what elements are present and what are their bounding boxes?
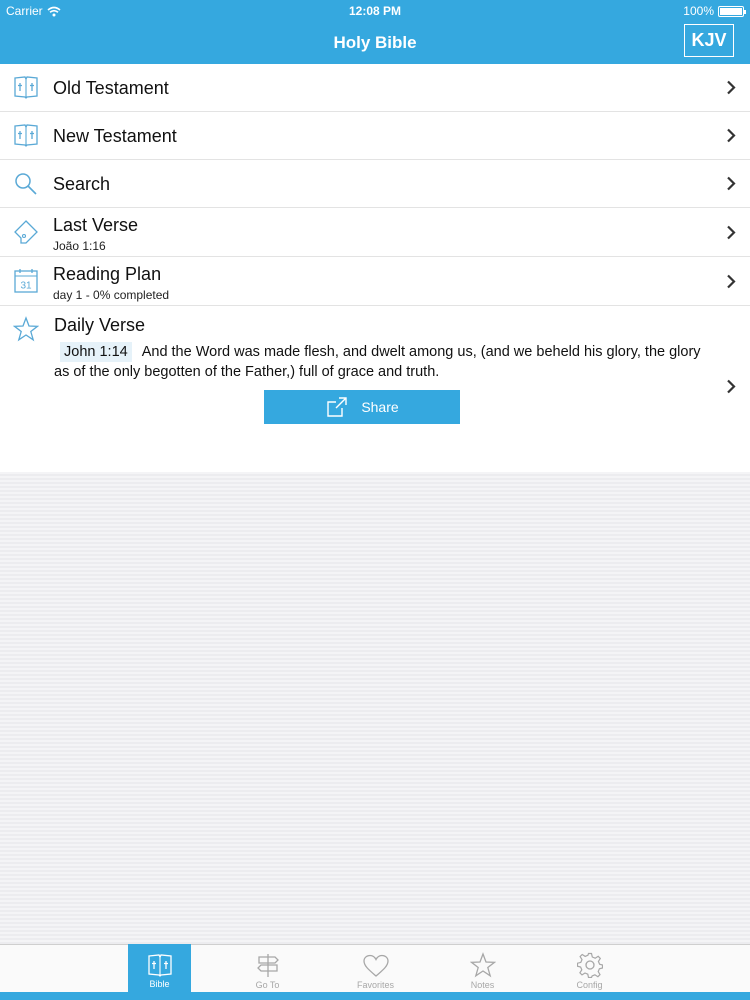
menu-item-reading-plan[interactable]: 31 Reading Plan day 1 - 0% completed xyxy=(0,257,750,306)
menu-item-label: New Testament xyxy=(53,126,177,146)
main-menu: Old Testament New Testament Search Last … xyxy=(0,64,750,472)
menu-item-daily-verse[interactable]: Daily Verse John 1:14 And the Word was ma… xyxy=(0,306,750,472)
menu-item-label: Reading Plan xyxy=(53,264,162,284)
calendar-icon: 31 xyxy=(14,269,38,293)
chevron-right-icon xyxy=(727,274,736,289)
status-time: 12:08 PM xyxy=(348,4,402,18)
tab-label: Favorites xyxy=(356,980,394,990)
navigation-bar: Holy Bible KJV xyxy=(0,22,750,64)
menu-item-new-testament[interactable]: New Testament xyxy=(0,112,750,160)
calendar-day-label: 31 xyxy=(20,281,32,292)
bible-book-icon xyxy=(147,954,172,977)
share-icon xyxy=(327,397,348,417)
star-icon xyxy=(13,316,39,342)
tab-bar-accent-strip xyxy=(0,992,750,1000)
star-icon xyxy=(469,952,496,978)
battery-percent: 100% xyxy=(683,4,714,18)
menu-item-search[interactable]: Search xyxy=(0,160,750,208)
page-title: Holy Bible xyxy=(333,33,417,52)
status-bar: Carrier 12:08 PM 100% xyxy=(0,0,750,22)
last-verse-reference: João 1:16 xyxy=(53,239,106,253)
chevron-right-icon xyxy=(727,128,736,143)
signpost-icon xyxy=(256,954,279,977)
chevron-right-icon xyxy=(727,80,736,95)
menu-item-label: Daily Verse xyxy=(54,315,146,335)
daily-verse-text-block: John 1:14 And the Word was made flesh, an… xyxy=(54,342,714,382)
menu-item-label: Last Verse xyxy=(53,215,139,235)
version-button[interactable]: KJV xyxy=(684,24,734,57)
battery-indicator: 100% xyxy=(683,4,746,18)
heart-icon xyxy=(362,954,389,977)
chevron-right-icon xyxy=(727,379,736,394)
menu-item-label: Old Testament xyxy=(53,78,169,98)
share-button[interactable]: Share xyxy=(264,390,460,424)
tab-label: Config xyxy=(576,980,603,990)
gear-icon xyxy=(576,952,603,978)
bible-book-icon xyxy=(14,76,38,99)
tab-notes[interactable]: Notes xyxy=(451,945,514,993)
tab-favorites[interactable]: Favorites xyxy=(344,945,407,993)
share-button-label: Share xyxy=(361,399,399,415)
menu-item-label: Search xyxy=(53,174,111,194)
chevron-right-icon xyxy=(727,176,736,191)
tab-bible[interactable]: Bible xyxy=(128,944,191,1000)
tab-config[interactable]: Config xyxy=(558,945,621,993)
empty-content-area xyxy=(0,472,750,944)
bookmark-tag-icon xyxy=(14,220,38,244)
daily-verse-text: And the Word was made flesh, and dwelt a… xyxy=(54,344,701,380)
tab-label: Notes xyxy=(470,980,495,990)
search-icon xyxy=(15,173,37,195)
bible-book-icon xyxy=(14,124,38,147)
tab-label: Bible xyxy=(149,979,170,989)
battery-icon xyxy=(718,5,746,17)
reading-plan-progress: day 1 - 0% completed xyxy=(53,288,170,302)
menu-item-old-testament[interactable]: Old Testament xyxy=(0,64,750,112)
tab-label: Go To xyxy=(255,980,280,990)
menu-item-last-verse[interactable]: Last Verse João 1:16 xyxy=(0,208,750,257)
tab-bar: Bible Go To Favorites Notes Config xyxy=(0,944,750,1000)
chevron-right-icon xyxy=(727,225,736,240)
daily-verse-reference: John 1:14 xyxy=(60,342,132,362)
app-root: Carrier 12:08 PM 100% Holy Bible KJV Old… xyxy=(0,0,750,1000)
tab-go-to[interactable]: Go To xyxy=(236,945,299,993)
